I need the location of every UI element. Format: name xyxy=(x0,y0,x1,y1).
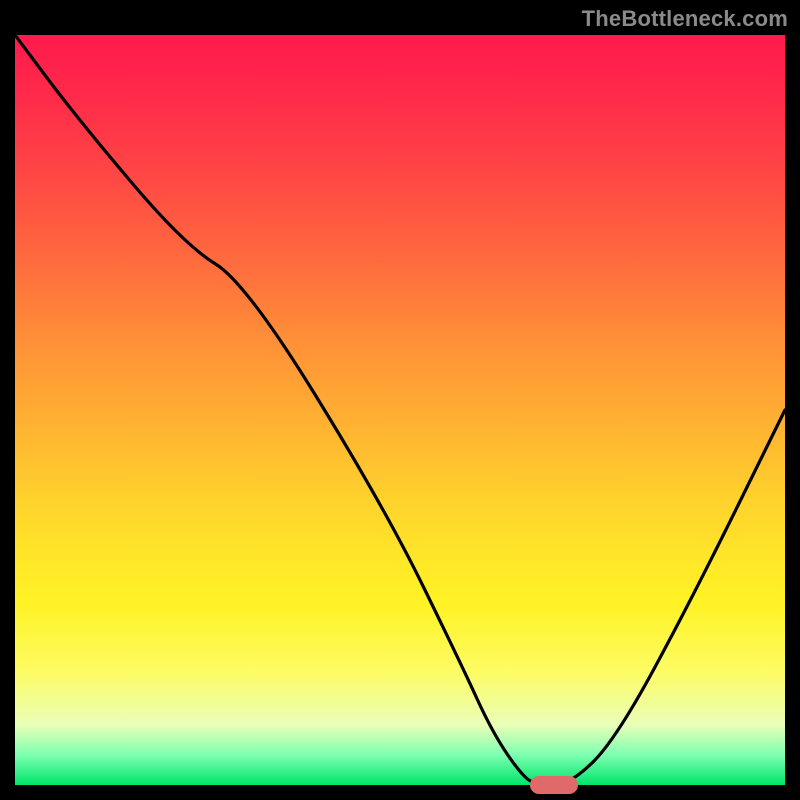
optimal-marker xyxy=(530,776,578,794)
curve-path xyxy=(15,35,785,785)
watermark-label: TheBottleneck.com xyxy=(582,6,788,32)
chart-frame: TheBottleneck.com xyxy=(0,0,800,800)
plot-area xyxy=(15,35,785,785)
bottleneck-curve xyxy=(15,35,785,785)
